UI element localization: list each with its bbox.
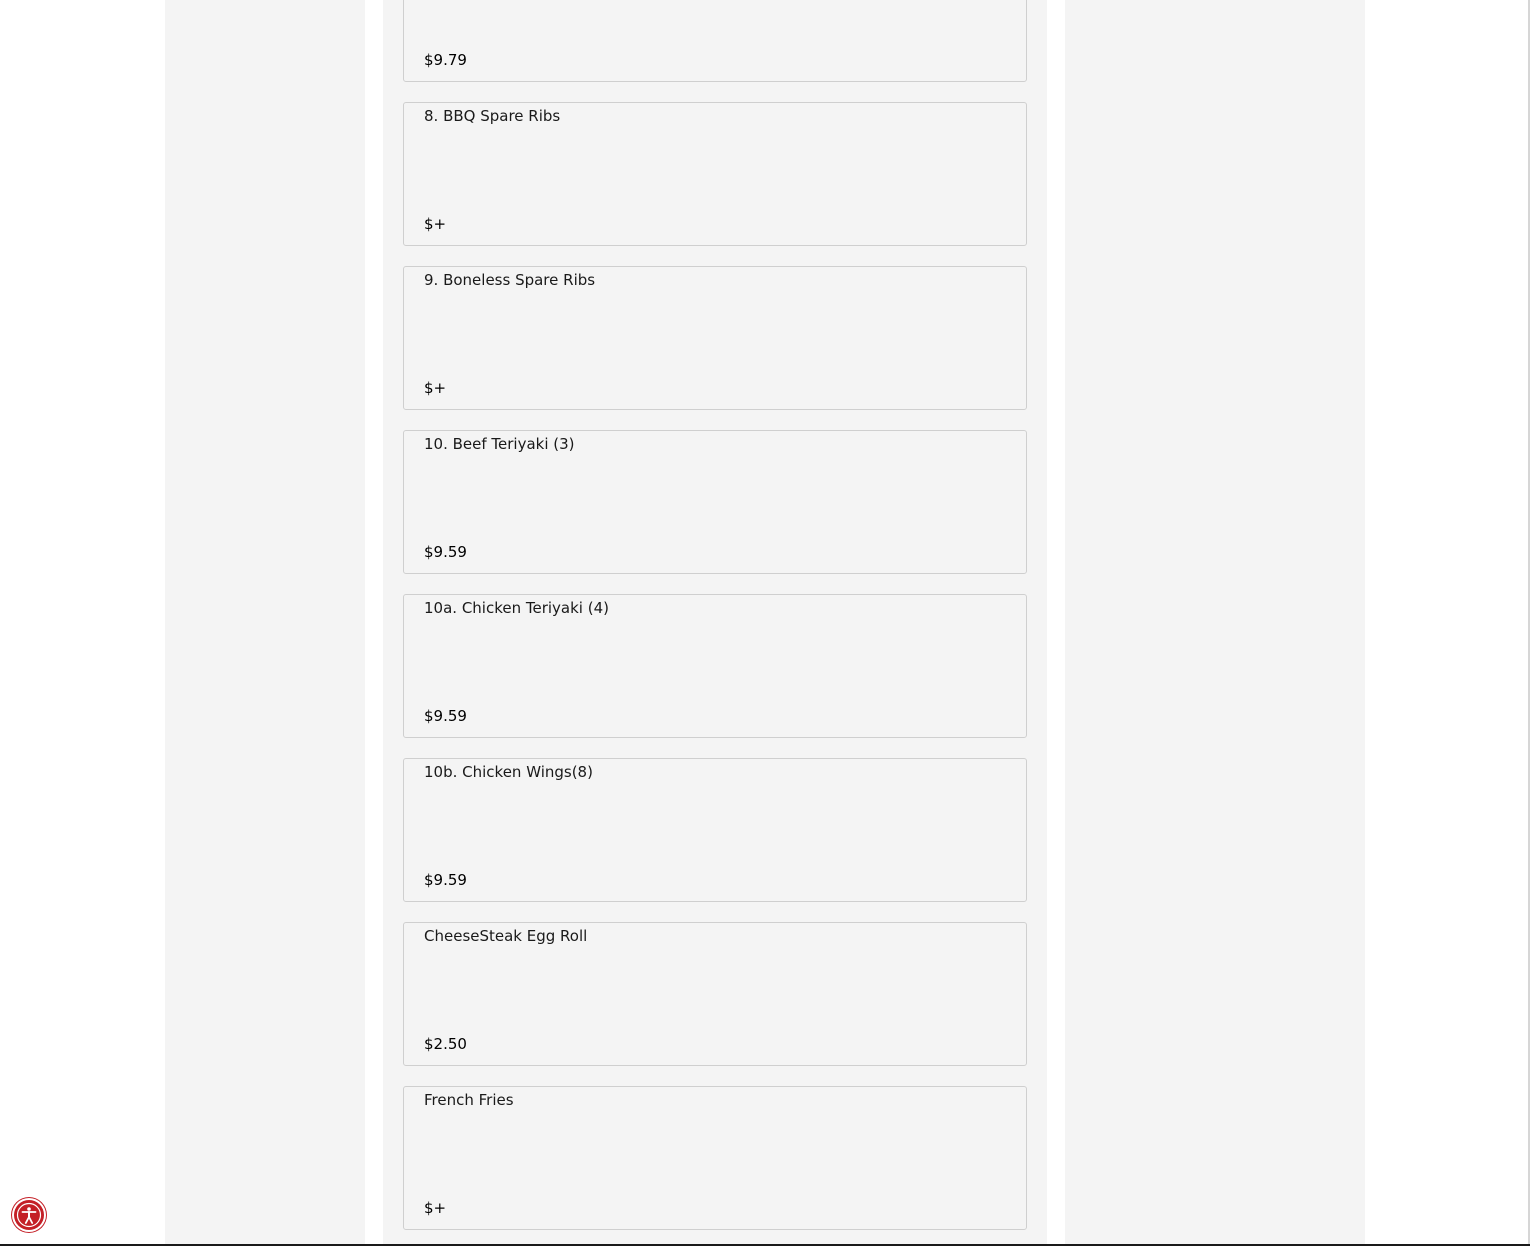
menu-item[interactable]: 10b. Chicken Wings(8) $9.59 bbox=[403, 758, 1027, 902]
menu-item-name: 10. Beef Teriyaki (3) bbox=[424, 435, 575, 453]
menu-item-name: CheeseSteak Egg Roll bbox=[424, 927, 588, 945]
menu-item-price: $9.59 bbox=[424, 707, 467, 725]
left-sidebar bbox=[165, 0, 365, 1244]
menu-item-price: $+ bbox=[424, 1199, 447, 1217]
menu-item-name: French Fries bbox=[424, 1091, 514, 1109]
menu-item[interactable]: 8. BBQ Spare Ribs $+ bbox=[403, 102, 1027, 246]
menu-item[interactable]: French Fries $+ bbox=[403, 1086, 1027, 1230]
menu-column: $9.79 8. BBQ Spare Ribs $+ 9. Boneless S… bbox=[383, 0, 1047, 1244]
menu-item-list: $9.79 8. BBQ Spare Ribs $+ 9. Boneless S… bbox=[403, 0, 1027, 1246]
accessibility-button[interactable] bbox=[12, 1198, 46, 1232]
accessibility-icon bbox=[14, 1200, 44, 1230]
menu-item-price: $+ bbox=[424, 215, 447, 233]
right-sidebar bbox=[1065, 0, 1365, 1244]
menu-item-name: 8. BBQ Spare Ribs bbox=[424, 107, 561, 125]
menu-item-price: $2.50 bbox=[424, 1035, 467, 1053]
menu-item-price: $9.79 bbox=[424, 51, 467, 69]
menu-item[interactable]: 9. Boneless Spare Ribs $+ bbox=[403, 266, 1027, 410]
menu-item-name: 9. Boneless Spare Ribs bbox=[424, 271, 596, 289]
menu-item-price: $9.59 bbox=[424, 543, 467, 561]
menu-item[interactable]: 10a. Chicken Teriyaki (4) $9.59 bbox=[403, 594, 1027, 738]
menu-item-name: 10a. Chicken Teriyaki (4) bbox=[424, 599, 609, 617]
menu-item[interactable]: 10. Beef Teriyaki (3) $9.59 bbox=[403, 430, 1027, 574]
menu-item[interactable]: CheeseSteak Egg Roll $2.50 bbox=[403, 922, 1027, 1066]
page: $9.79 8. BBQ Spare Ribs $+ 9. Boneless S… bbox=[0, 0, 1530, 1246]
menu-item[interactable]: $9.79 bbox=[403, 0, 1027, 82]
menu-item-name: 10b. Chicken Wings(8) bbox=[424, 763, 593, 781]
menu-item-price: $9.59 bbox=[424, 871, 467, 889]
menu-item-price: $+ bbox=[424, 379, 447, 397]
